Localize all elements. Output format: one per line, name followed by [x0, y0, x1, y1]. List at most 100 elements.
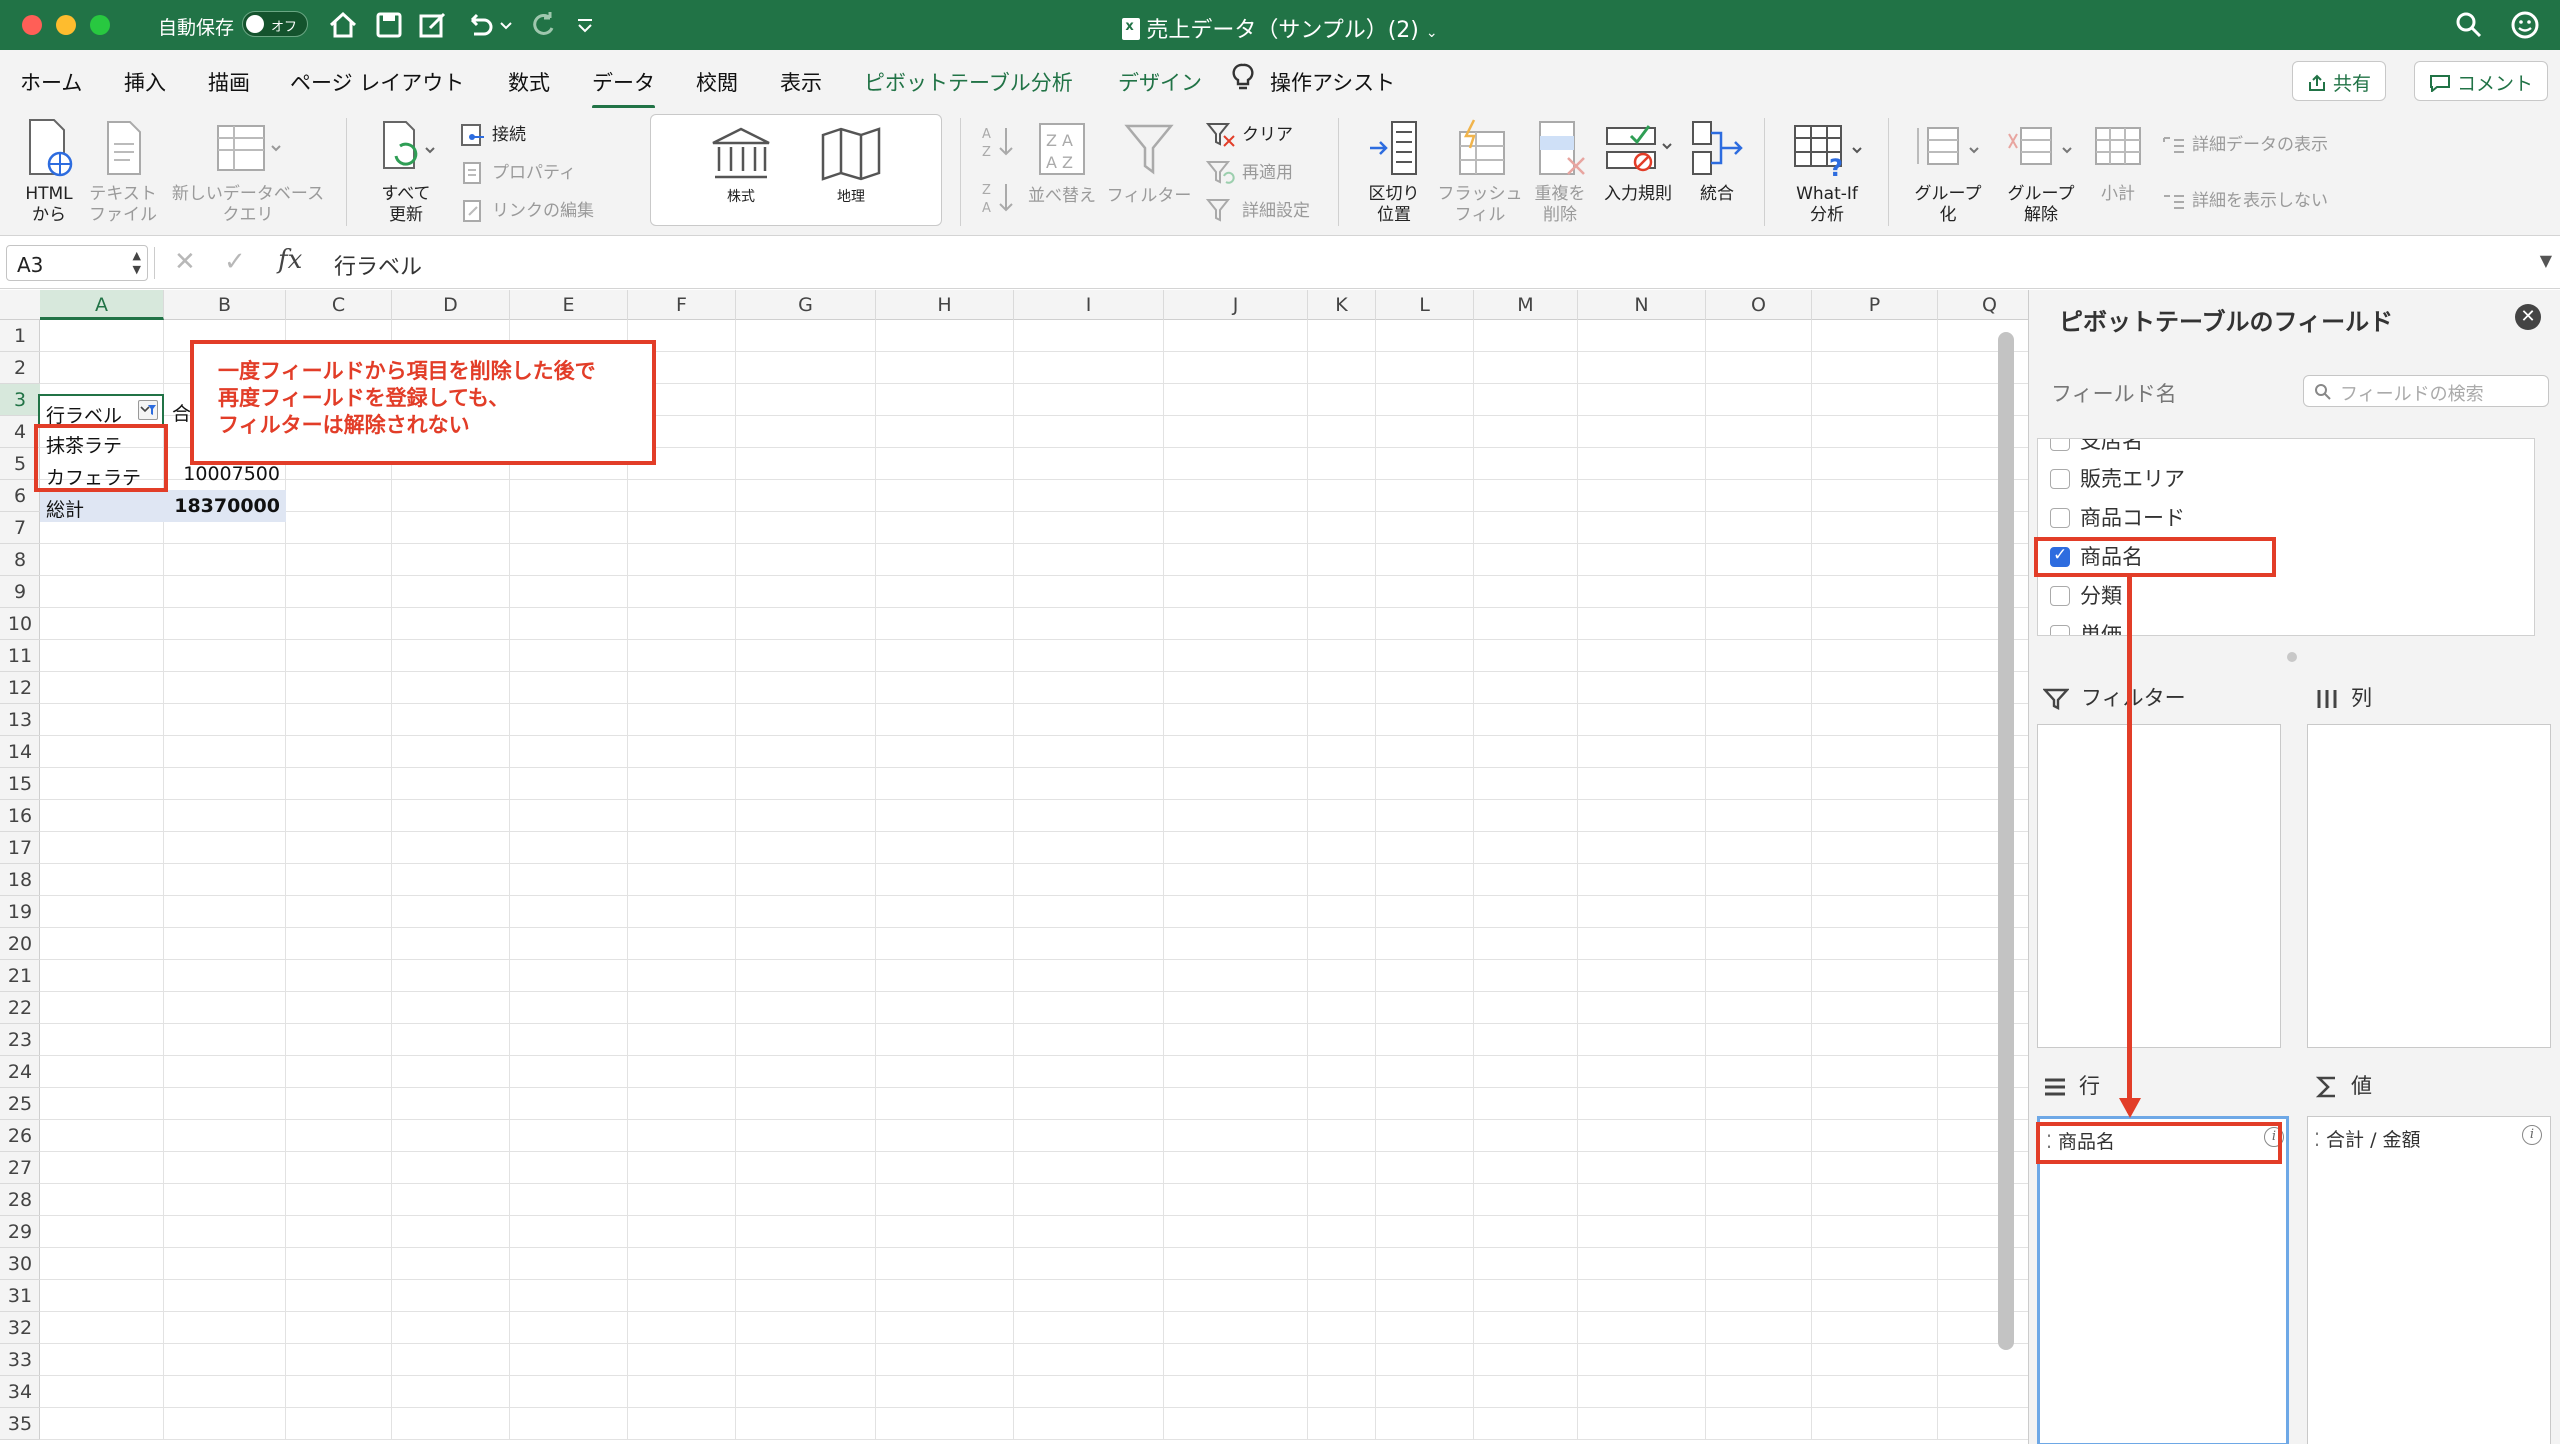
tab-insert[interactable]: 挿入 — [124, 67, 166, 97]
reapply-button[interactable]: 再適用 — [1205, 158, 1293, 186]
smiley-feedback-icon[interactable] — [2508, 8, 2542, 42]
field-item[interactable]: 分類 — [2050, 580, 2122, 614]
pivot-grand-total-label[interactable]: 総計 — [40, 490, 166, 522]
stocks-button[interactable]: 株式 — [701, 125, 781, 208]
row-header-34[interactable]: 34 — [0, 1376, 40, 1408]
row-header-24[interactable]: 24 — [0, 1056, 40, 1088]
pane-splitter-handle[interactable] — [2287, 652, 2297, 662]
field-search-input[interactable]: フィールドの検索 — [2303, 375, 2549, 407]
field-item[interactable]: 支店名 — [2050, 439, 2143, 459]
from-text-file-button[interactable]: テキスト ファイル — [88, 118, 158, 226]
formula-input[interactable]: 行ラベル — [334, 249, 422, 281]
sort-descending-icon[interactable]: ZA — [980, 180, 1016, 216]
row-header-7[interactable]: 7 — [0, 512, 40, 544]
what-if-analysis-button[interactable]: ? What-If 分析 — [1782, 118, 1872, 226]
row-header-11[interactable]: 11 — [0, 640, 40, 672]
column-header-l[interactable]: L — [1376, 290, 1474, 320]
row-header-33[interactable]: 33 — [0, 1344, 40, 1376]
column-header-a[interactable]: A — [40, 290, 164, 320]
cell-b3-value-header[interactable]: 合 — [166, 394, 191, 426]
tab-review[interactable]: 校閲 — [696, 67, 738, 97]
from-html-button[interactable]: HTML から — [16, 118, 82, 226]
name-box[interactable]: A3 ▲ ▼ — [6, 245, 148, 281]
row-header-12[interactable]: 12 — [0, 672, 40, 704]
tab-data[interactable]: データ — [592, 67, 655, 109]
row-header-31[interactable]: 31 — [0, 1280, 40, 1312]
row-header-13[interactable]: 13 — [0, 704, 40, 736]
sort-ascending-icon[interactable]: AZ — [980, 124, 1016, 160]
tab-design[interactable]: デザイン — [1118, 67, 1202, 97]
field-checkbox[interactable] — [2050, 508, 2070, 528]
properties-button[interactable]: プロパティ — [460, 158, 576, 185]
expand-formula-bar-icon[interactable]: ▼ — [2540, 251, 2552, 270]
row-header-20[interactable]: 20 — [0, 928, 40, 960]
text-to-columns-button[interactable]: 区切り 位置 — [1356, 118, 1432, 226]
vertical-scrollbar[interactable] — [1998, 332, 2014, 1350]
close-pane-button[interactable]: ✕ — [2515, 304, 2541, 330]
values-field-pill[interactable]: ⁚ 合計 / 金額 — [2314, 1125, 2421, 1152]
insert-function-icon[interactable]: fx — [278, 245, 302, 275]
row-header-30[interactable]: 30 — [0, 1248, 40, 1280]
row-header-32[interactable]: 32 — [0, 1312, 40, 1344]
column-header-g[interactable]: G — [736, 290, 876, 320]
row-header-21[interactable]: 21 — [0, 960, 40, 992]
tab-view[interactable]: 表示 — [780, 67, 822, 97]
tab-formulas[interactable]: 数式 — [508, 67, 550, 97]
field-checkbox[interactable] — [2050, 625, 2070, 635]
row-header-15[interactable]: 15 — [0, 768, 40, 800]
tab-tell-me[interactable]: 操作アシスト — [1270, 67, 1395, 97]
row-header-3[interactable]: 3 — [0, 384, 40, 416]
flash-fill-button[interactable]: フラッシュ フィル — [1436, 118, 1524, 226]
confirm-entry-icon[interactable]: ✓ — [224, 247, 246, 277]
share-button[interactable]: 共有 — [2292, 61, 2387, 101]
comment-button[interactable]: コメント — [2414, 61, 2549, 101]
row-header-25[interactable]: 25 — [0, 1088, 40, 1120]
row-header-1[interactable]: 1 — [0, 320, 40, 352]
field-item[interactable]: 単価 — [2050, 619, 2122, 635]
field-item[interactable]: 商品コード — [2050, 502, 2185, 536]
row-header-2[interactable]: 2 — [0, 352, 40, 384]
edit-links-button[interactable]: リンクの編集 — [460, 196, 594, 223]
row-header-17[interactable]: 17 — [0, 832, 40, 864]
drag-handle-icon[interactable]: ⁚ — [2314, 1129, 2320, 1151]
row-header-28[interactable]: 28 — [0, 1184, 40, 1216]
row-header-35[interactable]: 35 — [0, 1408, 40, 1440]
cancel-entry-icon[interactable]: ✕ — [174, 247, 196, 277]
row-header-27[interactable]: 27 — [0, 1152, 40, 1184]
values-drop-area[interactable]: ⁚ 合計 / 金額 i — [2307, 1116, 2551, 1444]
row-header-9[interactable]: 9 — [0, 576, 40, 608]
column-header-c[interactable]: C — [286, 290, 392, 320]
data-validation-button[interactable]: 入力規則 — [1596, 118, 1680, 205]
row-header-16[interactable]: 16 — [0, 800, 40, 832]
pivot-grand-total-value[interactable]: 18370000 — [166, 490, 286, 522]
advanced-filter-button[interactable]: 詳細設定 — [1205, 196, 1310, 224]
field-item[interactable]: 販売エリア — [2050, 463, 2185, 497]
column-header-p[interactable]: P — [1812, 290, 1938, 320]
ungroup-button[interactable]: グループ 解除 — [1996, 118, 2086, 226]
rows-drop-area[interactable]: ⁚ 商品名 i — [2037, 1116, 2289, 1444]
column-header-f[interactable]: F — [628, 290, 736, 320]
field-settings-info-icon[interactable]: i — [2522, 1125, 2542, 1145]
column-header-i[interactable]: I — [1014, 290, 1164, 320]
refresh-all-button[interactable]: すべて 更新 — [368, 118, 444, 226]
row-header-29[interactable]: 29 — [0, 1216, 40, 1248]
sort-button[interactable]: Z AA Z 並べ替え — [1026, 118, 1098, 207]
filter-button[interactable]: フィルター — [1106, 118, 1192, 207]
field-checkbox[interactable] — [2050, 586, 2070, 606]
column-header-q[interactable]: Q — [1938, 290, 2028, 320]
group-button[interactable]: グループ化 — [1904, 118, 1992, 226]
row-label-filter-dropdown[interactable] — [138, 400, 158, 420]
row-header-19[interactable]: 19 — [0, 896, 40, 928]
consolidate-button[interactable]: 統合 — [1686, 118, 1748, 205]
subtotal-button[interactable]: 小計 — [2090, 118, 2146, 205]
field-checkbox[interactable] — [2050, 469, 2070, 489]
column-header-n[interactable]: N — [1578, 290, 1706, 320]
column-header-j[interactable]: J — [1164, 290, 1308, 320]
row-header-22[interactable]: 22 — [0, 992, 40, 1024]
geography-button[interactable]: 地理 — [811, 125, 891, 208]
field-checkbox[interactable] — [2050, 439, 2070, 451]
clear-filter-button[interactable]: クリア — [1205, 120, 1293, 148]
remove-duplicates-button[interactable]: 重複を 削除 — [1524, 118, 1596, 226]
connections-button[interactable]: 接続 — [460, 120, 526, 147]
tab-home[interactable]: ホーム — [20, 67, 82, 97]
